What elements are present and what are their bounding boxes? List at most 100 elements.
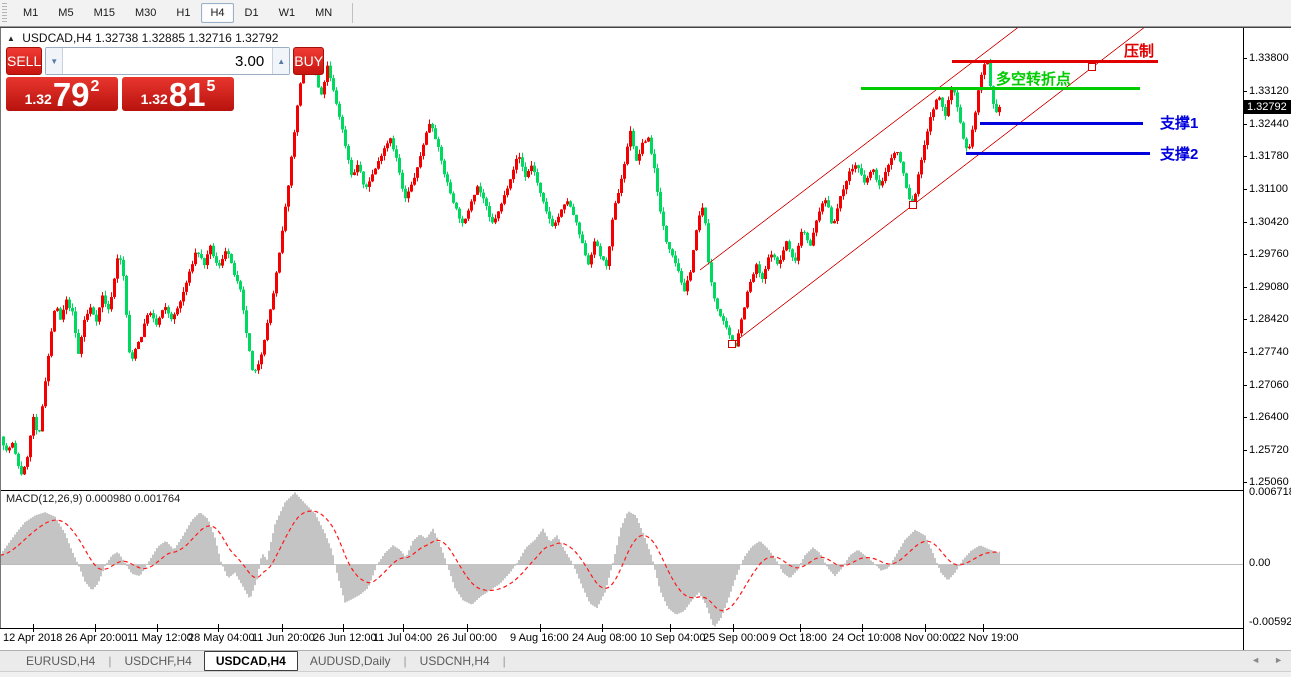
timeframe-button-mn[interactable]: MN <box>306 3 341 23</box>
time-tick-label: 9 Aug 16:00 <box>510 632 569 644</box>
price-tick-mark <box>1243 385 1247 386</box>
timeframe-button-d1[interactable]: D1 <box>236 3 268 23</box>
time-tick-mark <box>862 624 863 632</box>
buy-price-pip: 5 <box>207 78 216 96</box>
price-tick-label: 1.32440 <box>1249 118 1289 130</box>
timeframe-button-h1[interactable]: H1 <box>167 3 199 23</box>
volume-input[interactable] <box>63 48 272 74</box>
time-tick-mark <box>95 624 96 632</box>
chart-tab-eurusd-h4[interactable]: EURUSD,H4 <box>14 652 107 670</box>
chart-tab-audusd-daily[interactable]: AUDUSD,Daily <box>298 652 403 670</box>
price-tick-mark <box>1243 91 1247 92</box>
timeframe-button-h4[interactable]: H4 <box>201 3 233 23</box>
price-tick-mark <box>1243 156 1247 157</box>
price-tick-mark <box>1243 222 1247 223</box>
price-tick-label: 1.27740 <box>1249 346 1289 358</box>
toolbar-grip-handle[interactable] <box>2 3 7 23</box>
timeframe-button-m1[interactable]: M1 <box>14 3 47 23</box>
time-tick-label: 8 Nov 00:00 <box>895 632 954 644</box>
sell-button[interactable]: SELL <box>6 47 42 75</box>
buy-price-big: 81 <box>169 80 206 110</box>
time-tick-mark <box>467 624 468 632</box>
price-tick-label: 1.29760 <box>1249 248 1289 260</box>
tab-scrollbar: ◄ ► <box>1251 655 1283 665</box>
time-tick-mark <box>282 624 283 632</box>
time-tick-mark <box>602 624 603 632</box>
sell-price-big: 79 <box>53 80 90 110</box>
time-tick-mark <box>218 624 219 632</box>
price-tick-label: 1.25720 <box>1249 444 1289 456</box>
time-tick-label: 11 Jun 20:00 <box>252 632 315 644</box>
time-tick-label: 12 Apr 2018 <box>3 632 62 644</box>
symbol-timeframe-label: USDCAD,H4 <box>22 31 91 45</box>
time-tick-mark <box>670 624 671 632</box>
time-tick-label: 11 Jul 04:00 <box>373 632 432 644</box>
price-tick-label: 1.26400 <box>1249 411 1289 423</box>
price-tick-mark <box>1243 58 1247 59</box>
support2-label: 支撑2 <box>1160 143 1198 164</box>
price-tick-label: 1.31780 <box>1249 150 1289 162</box>
time-tick-label: 26 Apr 20:00 <box>65 632 127 644</box>
time-tick-label: 10 Sep 04:00 <box>640 632 705 644</box>
price-tick-mark <box>1243 417 1247 418</box>
timeframe-button-m15[interactable]: M15 <box>85 3 124 23</box>
time-tick-label: 24 Oct 10:00 <box>832 632 895 644</box>
macd-indicator-canvas[interactable] <box>0 491 1243 628</box>
volume-decrease-icon[interactable]: ▼ <box>46 48 63 74</box>
volume-increase-icon[interactable]: ▲ <box>272 48 289 74</box>
price-tick-mark <box>1243 482 1247 483</box>
price-macd-separator <box>0 490 1244 491</box>
buy-button[interactable]: BUY <box>293 47 324 75</box>
price-tick-label: 1.33120 <box>1249 85 1289 97</box>
chart-left-border <box>0 28 1 628</box>
time-tick-mark <box>540 624 541 632</box>
price-tick-label: 1.31100 <box>1249 183 1288 195</box>
time-tick-mark <box>343 624 344 632</box>
time-tick-mark <box>403 624 404 632</box>
current-price-tag: 1.32792 <box>1244 100 1291 114</box>
timeframe-button-w1[interactable]: W1 <box>270 3 305 23</box>
time-tick-mark <box>983 624 984 632</box>
sell-price-display[interactable]: 1.32 79 2 <box>6 77 118 111</box>
buy-price-prefix: 1.32 <box>141 91 168 107</box>
time-tick-mark <box>157 624 158 632</box>
collapse-triangle-icon[interactable]: ▲ <box>7 34 15 43</box>
chart-tab-usdcnh-h4[interactable]: USDCNH,H4 <box>408 652 502 670</box>
time-tick-mark <box>800 624 801 632</box>
support1-line[interactable] <box>980 122 1143 125</box>
tab-scroll-right-icon[interactable]: ► <box>1274 655 1283 665</box>
price-tick-label: 1.28420 <box>1249 313 1289 325</box>
buy-price-display[interactable]: 1.32 81 5 <box>122 77 234 111</box>
macd-timeaxis-separator <box>0 628 1244 629</box>
support2-line[interactable] <box>966 152 1150 155</box>
chart-tab-bar: EURUSD,H4 | USDCHF,H4USDCAD,H4AUDUSD,Daily… <box>0 650 1291 671</box>
tab-separator: | <box>502 654 507 668</box>
sell-price-prefix: 1.32 <box>25 91 52 107</box>
time-tick-label: 26 Jul 00:00 <box>437 632 497 644</box>
tab-scroll-left-icon[interactable]: ◄ <box>1251 655 1260 665</box>
sell-price-pip: 2 <box>91 78 100 96</box>
time-tick-mark <box>925 624 926 632</box>
time-tick-label: 11 May 12:00 <box>127 632 193 644</box>
macd-axis-bottom: -0.005925 <box>1249 616 1291 628</box>
price-tick-mark <box>1243 124 1247 125</box>
volume-spinner: ▼ ▲ <box>45 47 290 75</box>
macd-axis-top: 0.006718 <box>1249 486 1291 498</box>
chart-tab-usdchf-h4[interactable]: USDCHF,H4 <box>112 652 203 670</box>
price-tick-label: 1.30420 <box>1249 216 1289 228</box>
time-tick-label: 9 Oct 18:00 <box>770 632 827 644</box>
time-tick-label: 22 Nov 19:00 <box>953 632 1018 644</box>
toolbar-separator <box>352 3 353 23</box>
time-tick-label: 24 Aug 08:00 <box>572 632 637 644</box>
ohlc-values: 1.32738 1.32885 1.32716 1.32792 <box>95 31 279 45</box>
one-click-trade-panel: SELL ▼ ▲ BUY 1.32 79 2 1.32 81 5 <box>6 47 234 111</box>
price-tick-label: 1.27060 <box>1249 379 1289 391</box>
timeframe-button-m5[interactable]: M5 <box>49 3 82 23</box>
price-tick-label: 1.33800 <box>1249 52 1289 64</box>
time-tick-label: 28 May 04:00 <box>188 632 255 644</box>
chart-tab-usdcad-h4[interactable]: USDCAD,H4 <box>204 651 298 671</box>
timeframe-button-m30[interactable]: M30 <box>126 3 165 23</box>
price-tick-mark <box>1243 450 1247 451</box>
price-tick-label: 1.29080 <box>1249 281 1289 293</box>
macd-axis-zero: 0.00 <box>1249 557 1270 569</box>
